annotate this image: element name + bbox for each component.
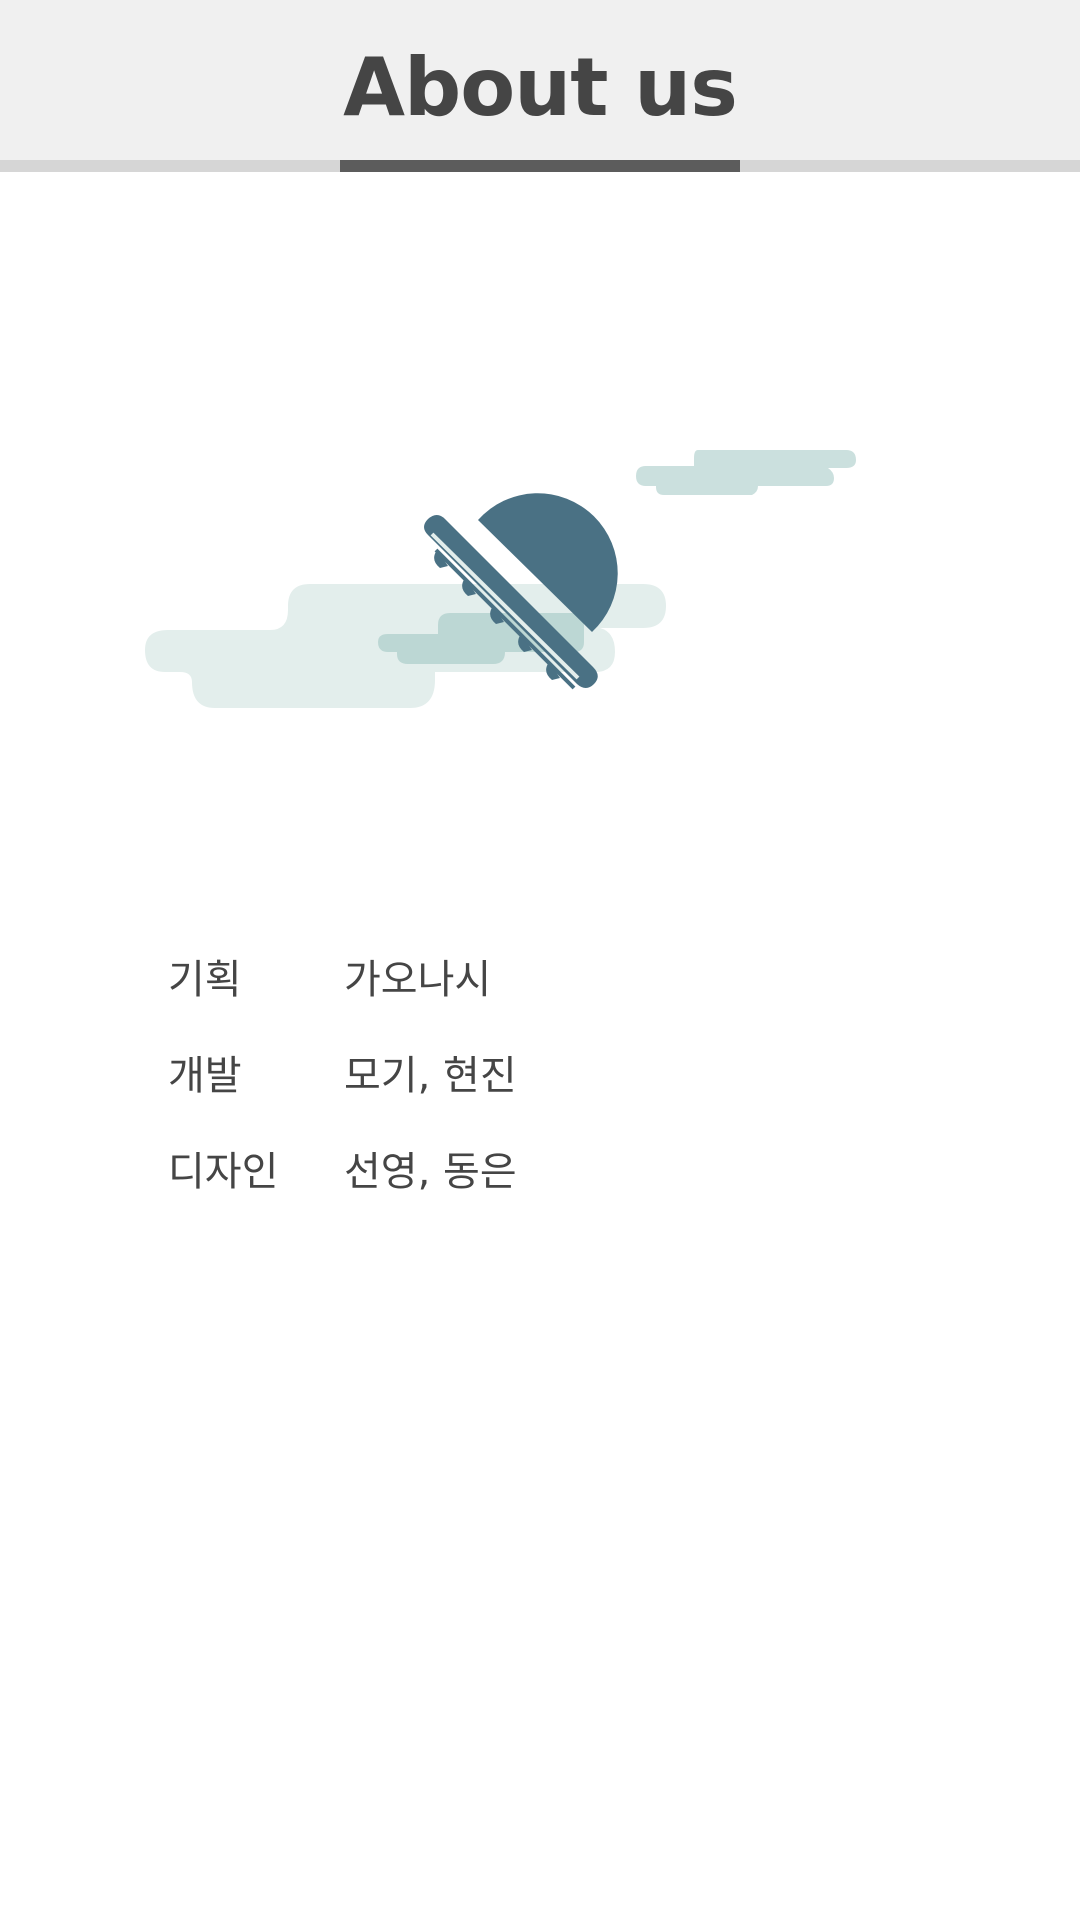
illustration bbox=[0, 420, 1080, 760]
tab-indicator-active bbox=[340, 160, 740, 172]
credit-names: 선영, 동은 bbox=[344, 1149, 517, 1195]
credit-row-planning: 기획 가오나시 bbox=[168, 928, 517, 1024]
cloud-small-right bbox=[636, 450, 856, 495]
credits-list: 기획 가오나시 개발 모기, 현진 디자인 선영, 동은 bbox=[168, 928, 517, 1216]
credit-row-design: 디자인 선영, 동은 bbox=[168, 1120, 517, 1216]
credit-role: 디자인 bbox=[168, 1149, 279, 1195]
credit-names: 가오나시 bbox=[344, 957, 492, 1003]
credit-row-development: 개발 모기, 현진 bbox=[168, 1024, 517, 1120]
page-title: About us bbox=[343, 41, 738, 134]
credit-role: 개발 bbox=[168, 1053, 242, 1099]
credit-role: 기획 bbox=[168, 957, 242, 1003]
ufo-sun-icon bbox=[145, 450, 856, 708]
header-bar: About us bbox=[0, 0, 1080, 160]
credit-names: 모기, 현진 bbox=[344, 1053, 517, 1099]
